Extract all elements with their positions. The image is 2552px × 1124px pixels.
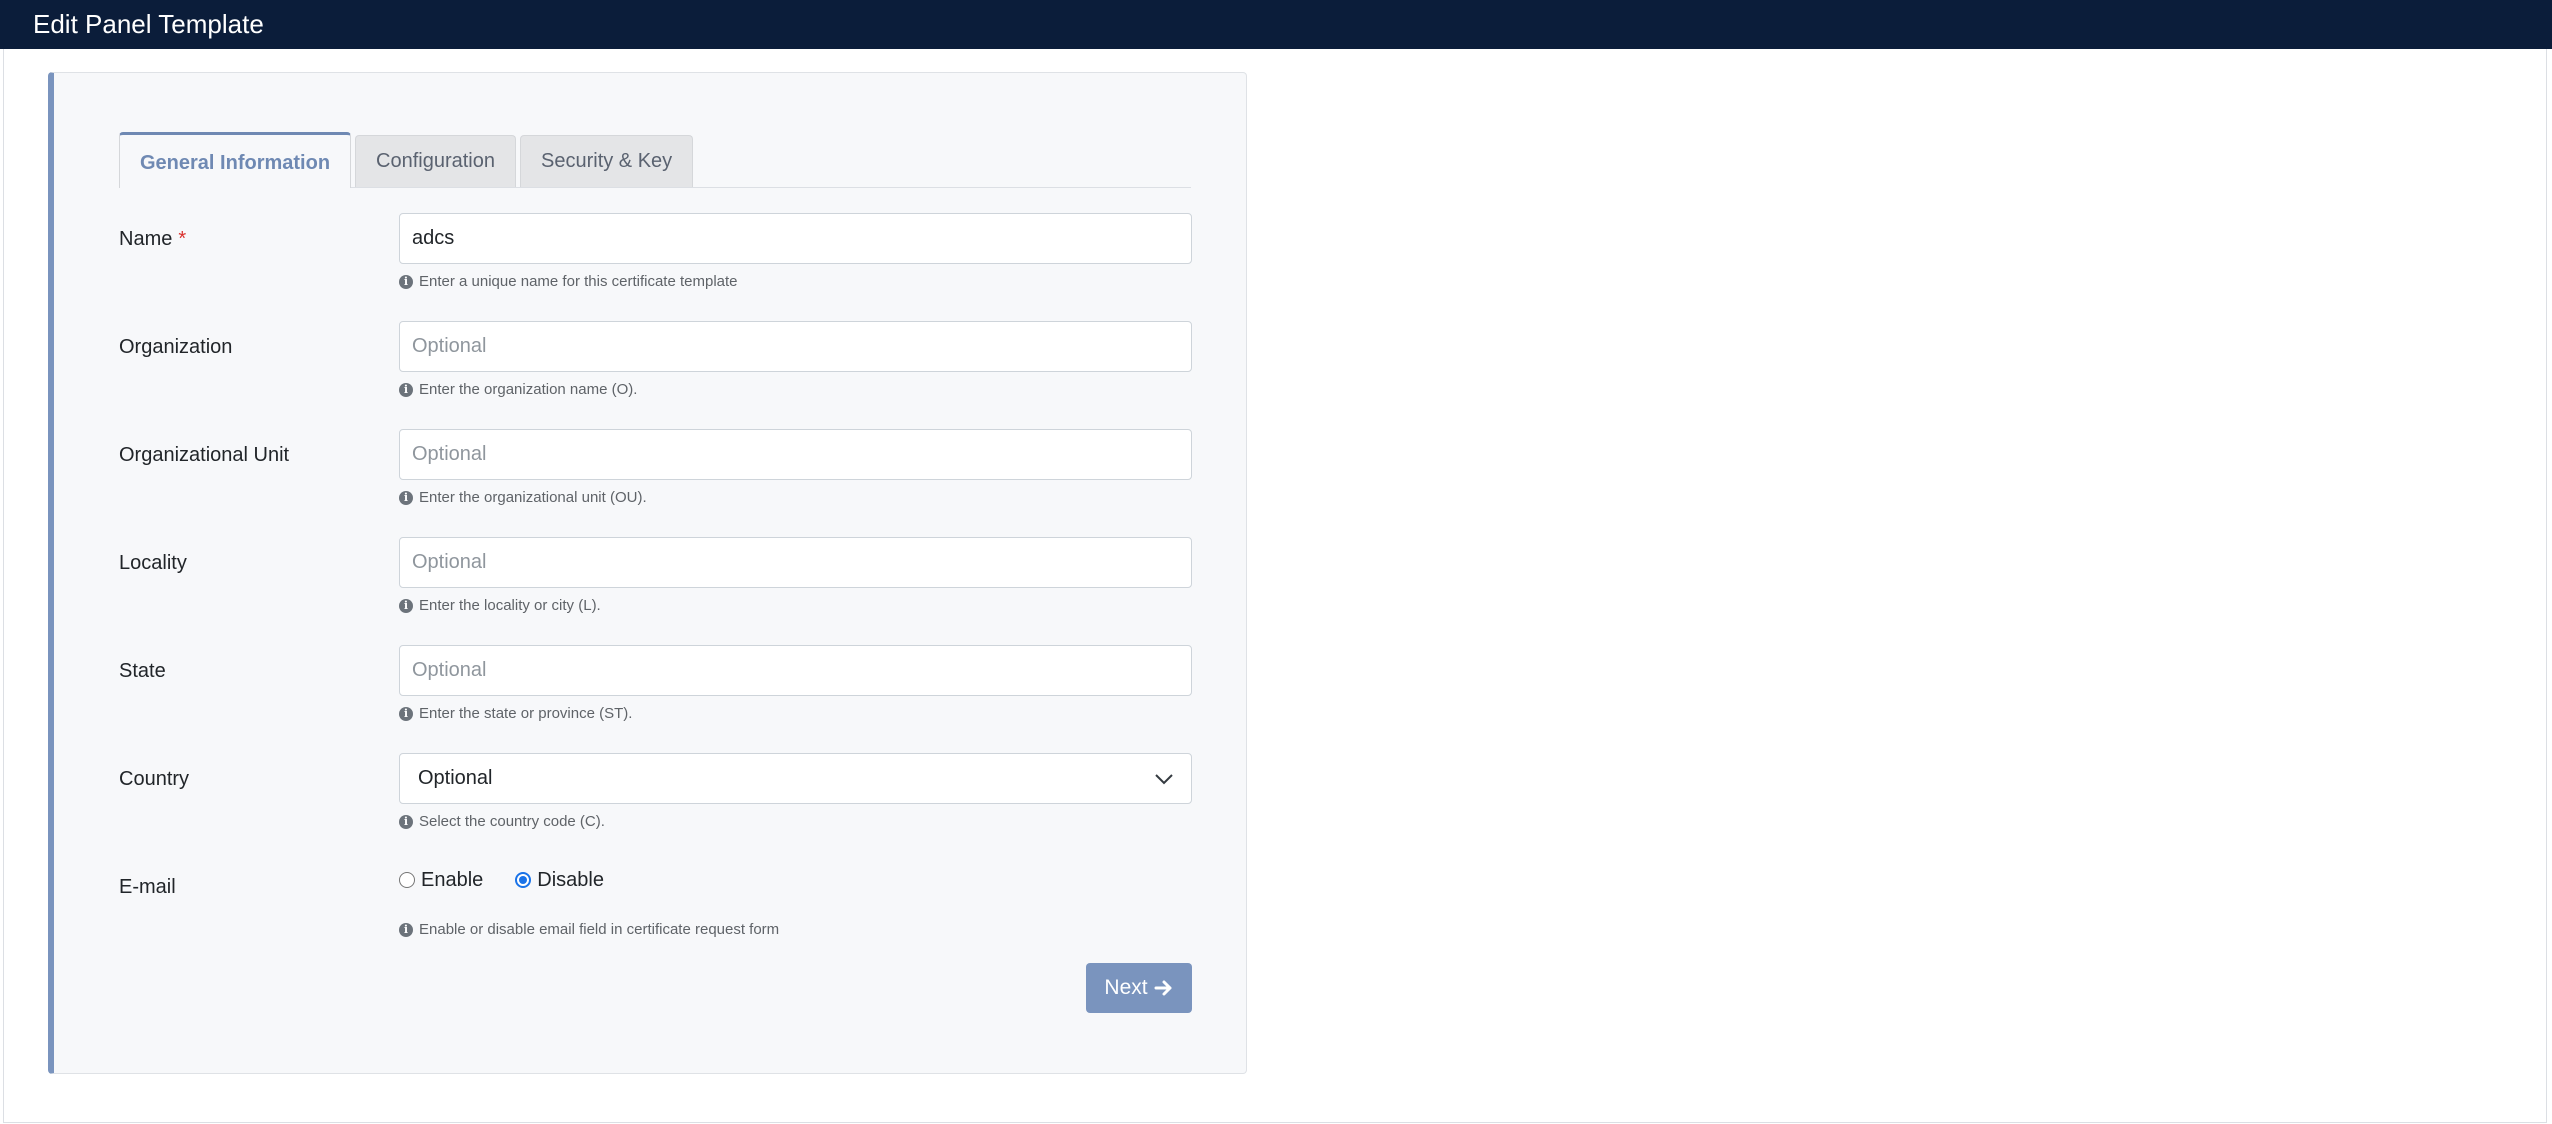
email-enable-option[interactable]: Enable	[399, 869, 483, 892]
info-icon: i	[399, 490, 413, 505]
email-radio-group: Enable Disable	[399, 865, 636, 895]
info-icon: i	[399, 706, 413, 721]
tab-bar: General Information Configuration Securi…	[119, 132, 1191, 188]
window-titlebar: Edit Panel Template	[0, 0, 2552, 49]
form-panel: General Information Configuration Securi…	[48, 72, 1247, 1074]
info-icon: i	[399, 598, 413, 613]
tab-security-key[interactable]: Security & Key	[520, 135, 694, 187]
tab-general-information[interactable]: General Information	[119, 132, 352, 188]
state-label: State	[119, 659, 166, 682]
info-icon: i	[399, 814, 413, 829]
country-selected-value: Optional	[418, 767, 493, 789]
org-unit-label: Organizational Unit	[119, 443, 290, 466]
locality-input[interactable]	[399, 537, 1192, 588]
organization-help: i Enter the organization name (O).	[399, 381, 637, 398]
tab-configuration[interactable]: Configuration	[355, 135, 516, 187]
next-button[interactable]: Next	[1086, 963, 1192, 1013]
name-help: i Enter a unique name for this certifica…	[399, 273, 738, 290]
organization-label: Organization	[119, 335, 233, 358]
locality-help: i Enter the locality or city (L).	[399, 597, 601, 614]
country-label: Country	[119, 767, 190, 790]
chevron-down-icon	[1155, 773, 1173, 784]
email-disable-option[interactable]: Disable	[515, 869, 604, 892]
email-label: E-mail	[119, 875, 176, 898]
locality-label: Locality	[119, 551, 187, 574]
org-unit-help: i Enter the organizational unit (OU).	[399, 489, 647, 506]
state-input[interactable]	[399, 645, 1192, 696]
required-marker: *	[178, 227, 187, 250]
country-select[interactable]: Optional	[399, 753, 1192, 804]
org-unit-input[interactable]	[399, 429, 1192, 480]
info-icon: i	[399, 382, 413, 397]
arrow-right-icon	[1154, 980, 1172, 996]
name-input[interactable]	[399, 213, 1192, 264]
email-enable-radio[interactable]	[399, 872, 415, 888]
info-icon: i	[399, 922, 413, 937]
email-help: i Enable or disable email field in certi…	[399, 921, 779, 938]
organization-input[interactable]	[399, 321, 1192, 372]
window-title: Edit Panel Template	[33, 9, 264, 39]
state-help: i Enter the state or province (ST).	[399, 705, 632, 722]
info-icon: i	[399, 274, 413, 289]
email-disable-radio[interactable]	[515, 872, 532, 888]
name-label: Name *	[119, 227, 187, 250]
country-help: i Select the country code (C).	[399, 813, 605, 830]
